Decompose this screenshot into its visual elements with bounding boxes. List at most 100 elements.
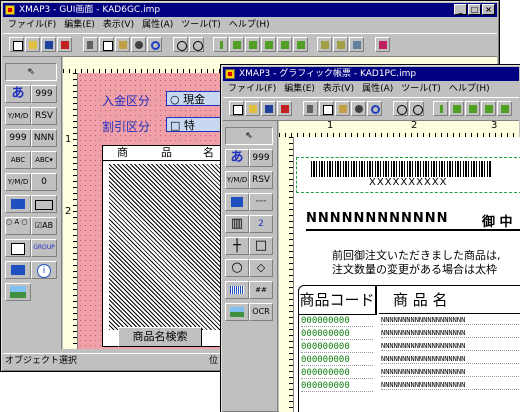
attr2-icon[interactable]	[261, 37, 276, 52]
pointer-tool[interactable]: ⇖	[225, 127, 273, 145]
hiragana-tool[interactable]: あ	[225, 149, 249, 167]
new-icon[interactable]	[229, 101, 244, 116]
scroll-tool[interactable]	[5, 261, 31, 279]
edit-icon[interactable]	[449, 101, 464, 116]
line-tool[interactable]: ┼	[225, 237, 249, 255]
date-tool[interactable]: Y/M/D	[5, 107, 31, 125]
pointer-tool[interactable]: ⇖	[5, 63, 57, 81]
menu-help[interactable]: ヘルプ(H)	[229, 20, 270, 30]
rsv-tool[interactable]: RSV	[249, 171, 273, 189]
cut-icon[interactable]	[303, 101, 318, 116]
attr2-icon[interactable]	[481, 101, 496, 116]
numbox-tool[interactable]: 999	[5, 129, 31, 147]
report-window[interactable]: XMAP3 - グラフィック帳票 - KAD1PC.imp ファイル(F) 編集(…	[220, 64, 520, 412]
field-tool[interactable]	[225, 193, 249, 211]
grid-icon[interactable]	[349, 37, 364, 52]
close-button[interactable]: ×	[482, 4, 495, 15]
cut-icon[interactable]	[83, 37, 98, 52]
textfield-tool[interactable]: ABC	[5, 151, 31, 169]
app-icon[interactable]	[225, 69, 235, 79]
report-canvas[interactable]: XXXXXXXXXX NNNNNNNNNNNN 御 中 前回御注文いただきました…	[294, 137, 520, 412]
menu-attr[interactable]: 属性(A)	[142, 20, 173, 30]
menu-tools[interactable]: ツール(T)	[181, 20, 221, 30]
dotline-tool[interactable]: ┈┈	[249, 193, 273, 211]
spin-tool[interactable]: 0	[31, 173, 57, 191]
hiragana-tool[interactable]: あ	[5, 85, 31, 103]
payment-option[interactable]: ○ 現金	[166, 91, 226, 106]
menu-attr[interactable]: 属性(A)	[362, 84, 393, 94]
maximize-button[interactable]: □	[468, 4, 481, 15]
copy-icon[interactable]	[99, 37, 114, 52]
radio-tool[interactable]: ○ A ○ B	[5, 217, 31, 235]
save-icon[interactable]	[261, 101, 276, 116]
zoom-icon[interactable]	[173, 37, 188, 52]
stop-icon[interactable]	[277, 101, 292, 116]
open-icon[interactable]	[25, 37, 40, 52]
new-icon[interactable]	[9, 37, 24, 52]
rsv-tool[interactable]: RSV	[31, 107, 57, 125]
group-tool[interactable]: GROUP	[31, 239, 57, 257]
paste-icon[interactable]	[115, 37, 130, 52]
numeric-tool[interactable]: 999	[31, 85, 57, 103]
image-tool[interactable]	[225, 303, 249, 321]
attr3-icon[interactable]	[497, 101, 512, 116]
date-tool[interactable]: Y/M/D	[225, 171, 249, 189]
stop-icon[interactable]	[57, 37, 72, 52]
pencil-icon[interactable]	[433, 101, 448, 116]
layout-icon[interactable]	[333, 37, 348, 52]
search-button[interactable]: 商品名検索	[118, 327, 202, 347]
paste-icon[interactable]	[335, 101, 350, 116]
undo-icon[interactable]	[147, 37, 162, 52]
menu-view[interactable]: 表示(V)	[323, 84, 354, 94]
zoom-icon[interactable]	[393, 101, 408, 116]
rect-tool[interactable]: □	[249, 237, 273, 255]
ocr-tool[interactable]: OCR	[249, 303, 273, 321]
attr-icon[interactable]	[465, 101, 480, 116]
circle-tool[interactable]: ○	[225, 259, 249, 277]
pattern-tool[interactable]	[225, 281, 249, 299]
menu-file[interactable]: ファイル(F)	[8, 20, 56, 30]
edit-icon[interactable]	[229, 37, 244, 52]
checkbox-tool[interactable]: ☑AB	[31, 217, 57, 235]
save-icon[interactable]	[41, 37, 56, 52]
copy-icon[interactable]	[319, 101, 334, 116]
image-tool[interactable]	[5, 283, 31, 301]
datefield-tool[interactable]: Y/M/D	[5, 173, 31, 191]
discount-option[interactable]: □ 特	[166, 117, 226, 132]
fill-icon[interactable]	[131, 37, 146, 52]
eraser-icon[interactable]	[375, 37, 390, 52]
numeric-tool[interactable]: 999	[249, 149, 273, 167]
nnn-tool[interactable]: NNN	[31, 129, 57, 147]
order-table[interactable]: 商品コード 商 品 名 000000000 NNNNNNNNNNNNNNNNNNN…	[298, 285, 520, 412]
menu-view[interactable]: 表示(V)	[103, 20, 134, 30]
menu-edit[interactable]: 編集(E)	[284, 84, 315, 94]
combo-tool[interactable]: ABC▾	[31, 151, 57, 169]
menu-help[interactable]: ヘルプ(H)	[449, 84, 490, 94]
attr4-icon[interactable]	[293, 37, 308, 52]
pencil-icon[interactable]	[213, 37, 228, 52]
barcode-frame[interactable]: XXXXXXXXXX	[296, 157, 520, 193]
attr3-icon[interactable]	[277, 37, 292, 52]
zoom-out-icon[interactable]	[409, 101, 424, 116]
title-bar[interactable]: XMAP3 - グラフィック帳票 - KAD1PC.imp	[223, 67, 519, 81]
button-tool[interactable]	[31, 195, 57, 213]
listbox-tool[interactable]	[5, 239, 31, 257]
undo-icon[interactable]	[367, 101, 382, 116]
menu-edit[interactable]: 編集(E)	[64, 20, 95, 30]
minimize-button[interactable]: _	[454, 4, 467, 15]
fill-icon[interactable]	[351, 101, 366, 116]
info-tool[interactable]: i	[31, 261, 57, 279]
table-tool[interactable]: ▥	[225, 215, 249, 233]
align-icon[interactable]	[317, 37, 332, 52]
shape-tool[interactable]: ◇	[249, 259, 273, 277]
menu-file[interactable]: ファイル(F)	[228, 84, 276, 94]
barcode-tool[interactable]: ##	[249, 281, 273, 299]
column-tool[interactable]: 2	[249, 215, 273, 233]
zoom-out-icon[interactable]	[189, 37, 204, 52]
title-bar[interactable]: XMAP3 - GUI画面 - KAD6GC.imp _ □ ×	[3, 3, 497, 17]
open-icon[interactable]	[245, 101, 260, 116]
app-icon[interactable]	[5, 5, 15, 15]
attr-icon[interactable]	[245, 37, 260, 52]
window-tool[interactable]	[5, 195, 31, 213]
menu-tools[interactable]: ツール(T)	[401, 84, 441, 94]
